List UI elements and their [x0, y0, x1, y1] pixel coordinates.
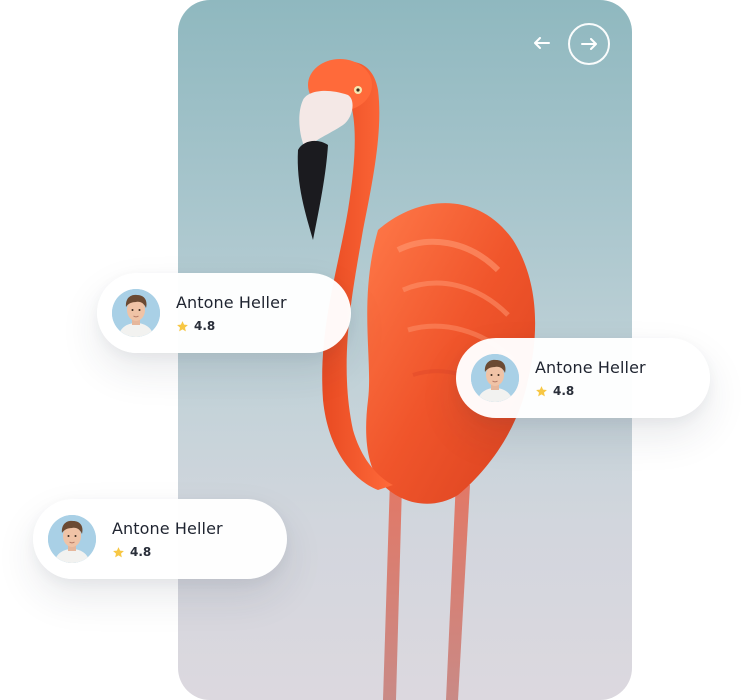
review-card[interactable]: Antone Heller 4.8 [33, 499, 287, 579]
rating-row: 4.8 [535, 384, 646, 398]
reviewer-name: Antone Heller [535, 358, 646, 377]
review-info: Antone Heller 4.8 [535, 358, 646, 398]
arrow-left-icon [534, 37, 550, 49]
avatar-image [471, 354, 519, 402]
next-button[interactable] [568, 23, 610, 65]
rating-row: 4.8 [112, 545, 223, 559]
user-avatar [112, 289, 160, 337]
arrow-right-icon [581, 38, 597, 50]
rating-value: 4.8 [130, 545, 152, 559]
review-info: Antone Heller 4.8 [176, 293, 287, 333]
avatar-image [112, 289, 160, 337]
prev-button[interactable] [522, 23, 562, 63]
user-avatar [48, 515, 96, 563]
review-card[interactable]: Antone Heller 4.8 [456, 338, 710, 418]
rating-row: 4.8 [176, 319, 287, 333]
rating-value: 4.8 [194, 319, 216, 333]
stage: Antone Heller 4.8 Antone Heller 4.8 Anto… [0, 0, 743, 700]
user-avatar [471, 354, 519, 402]
star-icon [536, 385, 547, 396]
reviewer-name: Antone Heller [112, 519, 223, 538]
rating-value: 4.8 [553, 384, 575, 398]
star-icon [113, 546, 124, 557]
review-card[interactable]: Antone Heller 4.8 [97, 273, 351, 353]
reviewer-name: Antone Heller [176, 293, 287, 312]
review-info: Antone Heller 4.8 [112, 519, 223, 559]
star-icon [177, 320, 188, 331]
avatar-image [48, 515, 96, 563]
